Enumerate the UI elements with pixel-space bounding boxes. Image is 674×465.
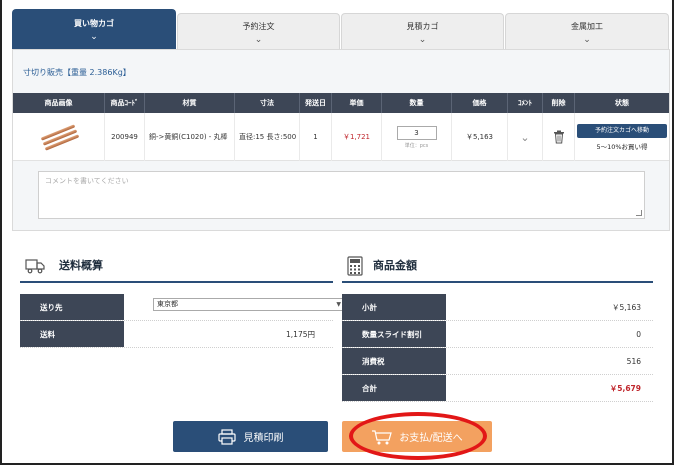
brass-rod-image: [38, 123, 80, 151]
tab-reservation[interactable]: 予約注文 ⌄: [177, 13, 340, 49]
col-delete: 削除: [543, 93, 575, 113]
discount-row: 数量スライド割引 0: [342, 321, 653, 348]
product-image: [13, 113, 105, 161]
totals-title: 商品金額: [373, 259, 417, 272]
table-header: 商品画像 商品ｺｰﾄﾞ 材質 寸法 発送日 単価 数量 価格 ｺﾒﾝﾄ 削除 状…: [13, 93, 669, 113]
dest-label: 送り先: [20, 294, 124, 320]
tax-label: 消費税: [342, 348, 446, 374]
subtotal-row: 小計 ￥5,163: [342, 294, 653, 321]
unit-price: ￥1,721: [332, 113, 382, 161]
discount-value: 0: [636, 330, 641, 339]
tab-metalwork-label: 金属加工: [571, 22, 603, 31]
shipping-title: 送料概算: [59, 259, 103, 272]
total-label: 合計: [342, 375, 446, 401]
qty-unit: 単位：pcs: [404, 142, 429, 149]
fee-value: 1,175円: [286, 330, 315, 339]
discount-label: 数量スライド割引: [342, 321, 446, 347]
calculator-icon: [347, 256, 363, 276]
col-price: 価格: [452, 93, 508, 113]
totals-divider: [342, 281, 653, 283]
fee-label: 送料: [20, 321, 124, 347]
discount-note: 5～10%お買い得: [596, 142, 648, 151]
col-image: 商品画像: [13, 93, 105, 113]
cut-sale-heading: 寸切り販売【重量 2.386Kg】: [23, 68, 131, 77]
comment-textarea[interactable]: コメントを書いてください: [38, 171, 645, 219]
ship-day: 1: [300, 113, 332, 161]
col-unit-price: 単価: [332, 93, 382, 113]
trash-icon: [553, 130, 564, 144]
comment-placeholder: コメントを書いてください: [45, 177, 129, 185]
resize-handle[interactable]: [636, 210, 642, 216]
cart-panel: 寸切り販売【重量 2.386Kg】 商品画像 商品ｺｰﾄﾞ 材質 寸法 発送日 …: [12, 49, 670, 231]
product-material: 銅->黄銅(C1020) - 丸棒: [145, 113, 235, 161]
tab-quote-label: 見積カゴ: [406, 22, 439, 31]
tab-quote[interactable]: 見積カゴ ⌄: [341, 13, 504, 49]
product-size: 直径:15 長さ:500: [235, 113, 300, 161]
comment-toggle[interactable]: ⌄: [508, 113, 543, 161]
tab-cart[interactable]: 買い物カゴ ⌄: [12, 9, 176, 49]
qty-cell: 3 単位：pcs: [382, 113, 452, 161]
tab-reservation-label: 予約注文: [242, 22, 275, 31]
chevron-down-icon: ⌄: [418, 35, 427, 45]
product-code: 200949: [105, 113, 145, 161]
subtotal-label: 小計: [342, 294, 446, 320]
move-to-reservation-button[interactable]: 予約注文カゴへ移動: [577, 123, 667, 138]
tab-cart-label: 買い物カゴ: [74, 19, 114, 28]
destination-select[interactable]: 東京都 ▼: [153, 298, 345, 311]
print-quote-label: 見積印刷: [243, 433, 284, 444]
highlight-circle: [349, 412, 487, 460]
total-value: ￥5,679: [609, 384, 641, 393]
chevron-down-icon: ⌄: [254, 35, 263, 45]
chevron-down-icon: ⌄: [520, 130, 530, 144]
printer-icon: [217, 428, 236, 445]
total-row: 合計 ￥5,679: [342, 375, 653, 402]
subtotal-value: ￥5,163: [612, 303, 641, 312]
chevron-down-icon: ⌄: [90, 32, 98, 42]
truck-icon: [25, 259, 45, 274]
col-comment: ｺﾒﾝﾄ: [508, 93, 543, 113]
table-row: 200949 銅->黄銅(C1020) - 丸棒 直径:15 長さ:500 1 …: [13, 113, 669, 161]
col-size: 寸法: [235, 93, 300, 113]
tax-row: 消費税 516: [342, 348, 653, 375]
fee-row: 送料 1,175円: [20, 321, 333, 348]
tab-metalwork[interactable]: 金属加工 ⌄: [505, 13, 669, 49]
status-cell: 予約注文カゴへ移動 5～10%お買い得: [575, 113, 669, 161]
col-material: 材質: [145, 93, 235, 113]
chevron-down-icon: ⌄: [583, 35, 591, 45]
destination-value: 東京都: [157, 300, 178, 308]
delete-button[interactable]: [543, 113, 575, 161]
line-price: ￥5,163: [452, 113, 508, 161]
dest-row: 送り先 東京都 ▼: [20, 294, 345, 321]
col-code: 商品ｺｰﾄﾞ: [105, 93, 145, 113]
col-ship: 発送日: [300, 93, 332, 113]
tab-bar: 買い物カゴ ⌄ 予約注文 ⌄ 見積カゴ ⌄ 金属加工 ⌄: [12, 9, 670, 49]
col-status: 状態: [615, 99, 629, 107]
print-quote-button[interactable]: 見積印刷: [173, 421, 328, 452]
quantity-input[interactable]: 3: [396, 125, 437, 140]
col-qty: 数量: [382, 93, 452, 113]
shipping-divider: [20, 281, 333, 283]
dropdown-arrow-icon: ▼: [336, 301, 341, 308]
tax-value: 516: [626, 357, 641, 366]
